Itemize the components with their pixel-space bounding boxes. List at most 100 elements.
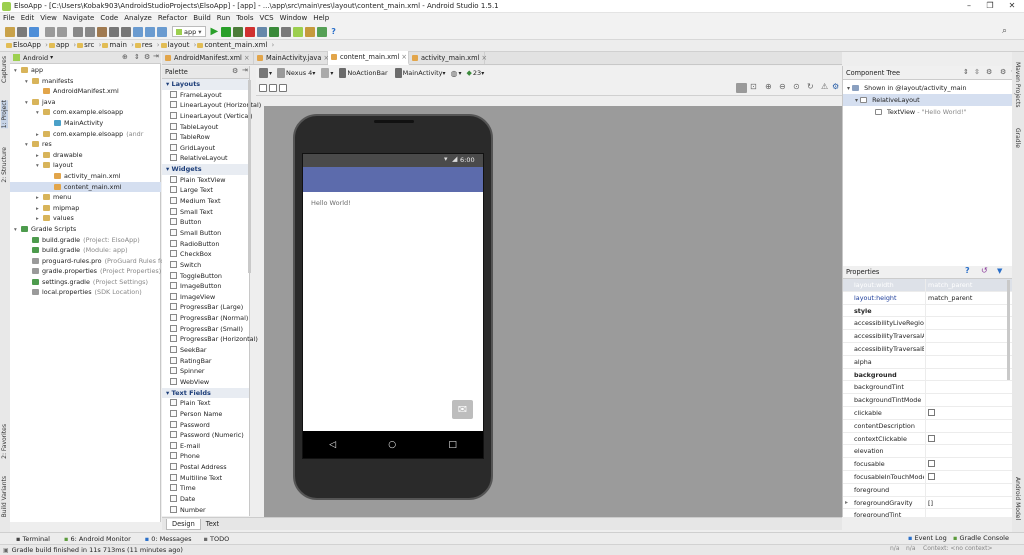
palette-item[interactable]: ProgressBar (Normal) xyxy=(162,313,249,324)
menu-run[interactable]: Run xyxy=(214,13,233,24)
palette-item[interactable]: Spinner xyxy=(162,366,249,377)
expand-horizontal-icon[interactable] xyxy=(269,83,277,92)
project-tree-item[interactable]: ▾ app xyxy=(10,65,161,76)
palette-item[interactable]: ToggleButton xyxy=(162,271,249,282)
breadcrumb-layout[interactable]: layout xyxy=(159,40,196,51)
zoom-to-fit-icon[interactable]: ⊡ xyxy=(750,82,757,91)
theme-selector[interactable]: NoActionBar xyxy=(347,69,387,77)
palette-item[interactable]: SeekBar xyxy=(162,345,249,356)
project-structure-icon[interactable] xyxy=(281,26,292,37)
tab-content-main[interactable]: content_main.xml × xyxy=(328,51,409,65)
palette-item[interactable]: GridLayout xyxy=(162,143,249,154)
palette-item[interactable]: RatingBar xyxy=(162,356,249,367)
device-selector[interactable]: Nexus 4 xyxy=(286,69,312,77)
property-row[interactable]: alpha xyxy=(843,355,1024,369)
gear-icon[interactable]: ⚙ xyxy=(232,67,238,75)
copy-icon[interactable] xyxy=(85,26,95,37)
expand-all-icon[interactable]: ⇕ xyxy=(963,68,969,76)
property-row[interactable]: layout:height match_parent xyxy=(843,291,1024,305)
palette-item[interactable]: Password xyxy=(162,420,249,431)
sync-icon[interactable] xyxy=(29,26,39,37)
settings-icon[interactable]: ⚙ xyxy=(832,82,839,91)
back-nav-icon[interactable]: ◁ xyxy=(329,440,336,450)
make-project-icon[interactable] xyxy=(157,26,167,37)
property-checkbox[interactable] xyxy=(928,408,935,416)
forward-icon[interactable] xyxy=(145,26,155,37)
project-tree-item[interactable]: settings.gradle (Project Settings) xyxy=(10,277,161,288)
settings-icon[interactable]: ⚙ xyxy=(986,68,992,76)
project-tree-item[interactable]: ▸ mipmap xyxy=(10,203,161,214)
collapse-all-icon[interactable]: ⇳ xyxy=(974,68,980,76)
captures-tab[interactable]: Captures xyxy=(1,56,8,83)
palette-item[interactable]: ImageView xyxy=(162,292,249,303)
property-row[interactable]: foreground xyxy=(843,483,1024,497)
palette-item[interactable]: FrameLayout xyxy=(162,90,249,101)
home-nav-icon[interactable]: ○ xyxy=(388,440,396,450)
palette-item[interactable]: WebView xyxy=(162,377,249,388)
recents-nav-icon[interactable]: □ xyxy=(448,440,457,450)
project-tree-item[interactable]: ▾ manifests xyxy=(10,76,161,87)
project-tree-item[interactable]: build.gradle (Module: app) xyxy=(10,245,161,256)
favorites-tab[interactable]: 2: Favorites xyxy=(1,424,8,459)
palette-item[interactable]: Time xyxy=(162,483,249,494)
palette-item[interactable]: Plain TextView xyxy=(162,175,249,186)
cut-icon[interactable] xyxy=(73,26,83,37)
properties-scrollbar[interactable] xyxy=(1007,280,1010,380)
android-model-tab[interactable]: Android Model xyxy=(1014,477,1021,520)
property-value[interactable] xyxy=(925,304,1007,318)
palette-item[interactable]: Phone xyxy=(162,451,249,462)
property-value[interactable] xyxy=(925,432,1007,446)
gear-icon[interactable]: ⚙ xyxy=(1000,68,1006,76)
palette-item[interactable]: LinearLayout (Horizontal) xyxy=(162,100,261,111)
android-device-monitor-icon[interactable] xyxy=(293,26,304,37)
property-row[interactable]: accessibilityTraversalBefo xyxy=(843,342,1024,356)
property-row[interactable]: style xyxy=(843,304,1024,318)
property-row[interactable]: clickable xyxy=(843,406,1024,420)
hide-panel-icon[interactable]: ⇥ xyxy=(153,52,159,60)
build-variants-tab[interactable]: Build Variants xyxy=(1,476,8,517)
project-tree-item[interactable]: proguard-rules.pro (ProGuard Rules for ap xyxy=(10,256,177,267)
property-value[interactable] xyxy=(925,355,1007,369)
property-row[interactable]: focusableInTouchMode xyxy=(843,470,1024,484)
property-value[interactable] xyxy=(925,470,1007,484)
breadcrumb-res[interactable]: res xyxy=(133,40,159,51)
replace-icon[interactable] xyxy=(121,26,131,37)
menu-edit[interactable]: Edit xyxy=(18,13,38,24)
palette-item[interactable]: LinearLayout (Vertical) xyxy=(162,111,253,122)
palette-item[interactable]: Medium Text xyxy=(162,196,249,207)
palette-item[interactable]: ProgressBar (Large) xyxy=(162,302,249,313)
mail-fab-icon[interactable]: ✉ xyxy=(452,400,473,419)
palette-group-header[interactable]: ▾ Text Fields xyxy=(162,387,249,399)
orientation-icon[interactable] xyxy=(321,68,330,78)
property-checkbox[interactable] xyxy=(928,434,935,442)
palette-group-header[interactable]: ▾ Widgets xyxy=(162,164,249,175)
caret-position[interactable]: n/a xyxy=(890,545,900,552)
project-tree-item[interactable]: ▾ res xyxy=(10,139,161,150)
todo-tab[interactable]: ▪ TODO xyxy=(204,535,230,543)
menu-analyze[interactable]: Analyze xyxy=(121,13,155,24)
project-tree-item[interactable]: content_main.xml xyxy=(10,181,161,193)
project-tab[interactable]: 1: Project xyxy=(1,100,8,129)
hello-world-textview[interactable]: Hello World! xyxy=(311,199,351,207)
zoom-in-icon[interactable]: ⊕ xyxy=(765,82,772,91)
tab-text[interactable]: Text xyxy=(201,519,224,529)
chevron-right-icon[interactable]: ▸ xyxy=(845,497,848,510)
property-row[interactable]: layout:width match_parent xyxy=(843,279,1024,292)
save-icon[interactable] xyxy=(17,26,27,37)
status-message[interactable]: Gradle build finished in 11s 713ms (11 m… xyxy=(12,546,183,554)
project-tree-item[interactable]: ▸ drawable xyxy=(10,150,161,161)
property-row[interactable]: accessibilityTraversalAfte xyxy=(843,330,1024,343)
property-value[interactable]: match_parent xyxy=(925,291,1007,305)
palette-item[interactable]: Small Text xyxy=(162,207,249,218)
palette-item[interactable]: ProgressBar (Horizontal) xyxy=(162,334,258,345)
project-tree-item[interactable]: ▸ values xyxy=(10,213,161,224)
phone-screen[interactable]: ▾ ◢ 6:00 Hello World! ✉ ◁ ○ □ xyxy=(302,153,484,459)
back-icon[interactable] xyxy=(133,26,143,37)
expand-vertical-icon[interactable] xyxy=(279,83,287,92)
palette-item[interactable]: ImageButton xyxy=(162,281,249,292)
menu-build[interactable]: Build xyxy=(190,13,214,24)
breadcrumb-src[interactable]: src xyxy=(75,40,102,51)
palette-item[interactable]: Number xyxy=(162,505,249,516)
search-everywhere-icon[interactable]: ⌕ xyxy=(1002,26,1007,36)
project-tree-item[interactable]: AndroidManifest.xml xyxy=(10,86,161,97)
